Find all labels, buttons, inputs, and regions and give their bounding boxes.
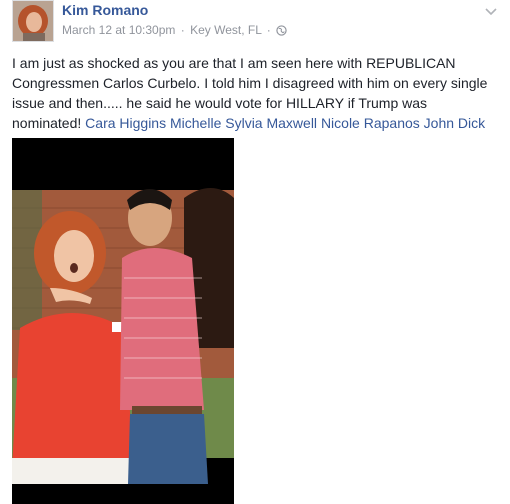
tagged-user[interactable]: Cara Higgins bbox=[85, 115, 166, 131]
chevron-down-icon[interactable] bbox=[484, 4, 498, 18]
globe-icon[interactable] bbox=[276, 25, 287, 39]
meta-separator: · bbox=[266, 23, 271, 37]
avatar-image bbox=[13, 1, 53, 41]
avatar[interactable] bbox=[12, 0, 54, 42]
post-message: I am just as shocked as you are that I a… bbox=[12, 53, 498, 133]
post-timestamp[interactable]: March 12 at 10:30pm bbox=[62, 23, 175, 37]
tagged-user[interactable]: Nicole Rapanos bbox=[321, 115, 420, 131]
post-photo[interactable] bbox=[12, 138, 234, 504]
post-photo-image bbox=[12, 138, 234, 504]
post-meta: March 12 at 10:30pm · Key West, FL · bbox=[62, 23, 287, 39]
meta-separator: · bbox=[180, 23, 185, 37]
tagged-user[interactable]: John Dick bbox=[424, 115, 485, 131]
tagged-user[interactable]: Michelle Sylvia Maxwell bbox=[170, 115, 317, 131]
post-location[interactable]: Key West, FL bbox=[190, 23, 261, 37]
post-author-name[interactable]: Kim Romano bbox=[62, 2, 148, 18]
